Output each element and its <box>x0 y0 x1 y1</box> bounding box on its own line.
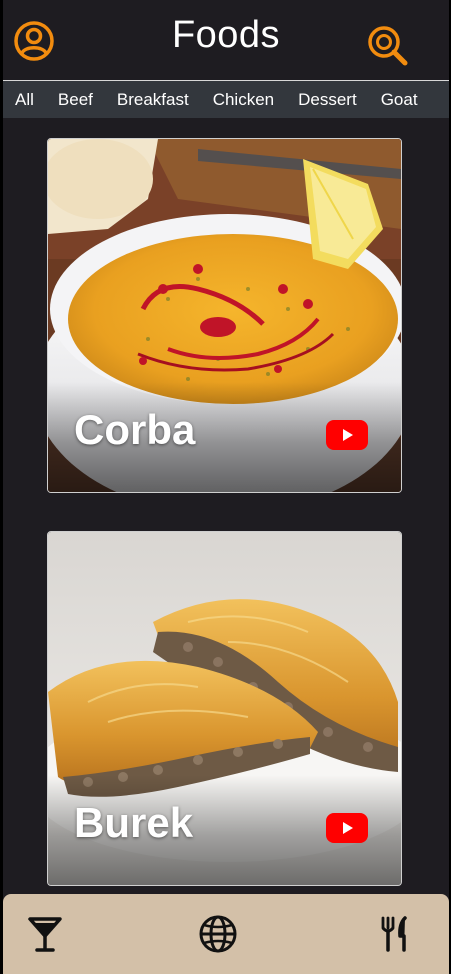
bottom-nav <box>3 894 449 974</box>
search-icon[interactable] <box>366 24 410 68</box>
tab-breakfast[interactable]: Breakfast <box>105 81 201 118</box>
tab-beef[interactable]: Beef <box>46 81 105 118</box>
meal-card[interactable]: Burek <box>47 531 402 886</box>
youtube-icon[interactable] <box>326 420 368 450</box>
youtube-icon[interactable] <box>326 813 368 843</box>
meal-name: Corba <box>74 406 196 453</box>
fork-knife-icon[interactable] <box>375 914 415 954</box>
tab-dessert[interactable]: Dessert <box>286 81 369 118</box>
tab-all[interactable]: All <box>3 81 46 118</box>
meal-list: Corba Burek <box>3 118 449 894</box>
meal-card[interactable]: Corba <box>47 138 402 493</box>
meal-name: Burek <box>74 799 194 846</box>
header: Foods <box>3 0 449 80</box>
tab-chicken[interactable]: Chicken <box>201 81 286 118</box>
cocktail-icon[interactable] <box>25 914 65 954</box>
category-tabs: All Beef Breakfast Chicken Dessert Goat <box>3 81 449 118</box>
globe-icon[interactable] <box>198 914 238 954</box>
app-screen: Foods All Beef Breakfast Chicken Dessert… <box>2 0 450 974</box>
tab-goat[interactable]: Goat <box>369 81 430 118</box>
